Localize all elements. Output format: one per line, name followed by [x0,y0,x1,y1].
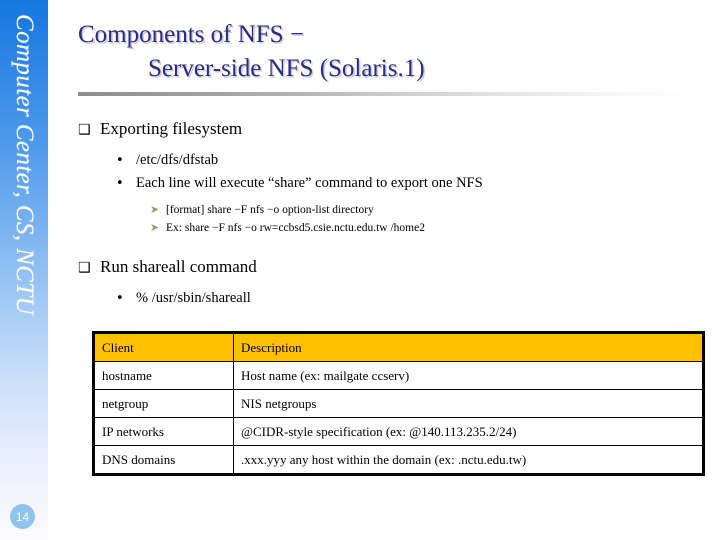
page-number-badge: 14 [10,504,35,529]
table-header-row: Client Description [93,332,704,362]
sub-bullet-dfstab-path: • /etc/dfs/dfstab [116,149,708,172]
table-cell-client: IP networks [93,417,234,446]
table-cell-client: netgroup [93,389,234,418]
table-cell-description: NIS netgroups [233,389,704,418]
table-header-client: Client [93,332,234,362]
slide-body: ❑ Exporting filesystem • /etc/dfs/dfstab… [78,112,708,310]
detail-label: [format] share −F nfs −o option-list dir… [166,204,374,216]
title-line-2: Server-side NFS (Solaris.1) [148,55,425,82]
table-cell-client: hostname [93,361,234,390]
sidebar-vertical-title: Computer Center, CS, NCTU [11,14,38,316]
dot-bullet-icon: • [116,176,124,191]
bullet-label: Exporting filesystem [100,119,243,138]
table-header-description: Description [233,332,704,362]
slide-title: Components of NFS − Server-side NFS (Sol… [78,18,678,86]
sub-bullet-shareall-path: • % /usr/sbin/shareall [116,287,708,310]
table-row: netgroup NIS netgroups [93,389,704,418]
square-bullet-icon: ❑ [78,260,91,276]
table-cell-description: Host name (ex: mailgate ccserv) [233,361,704,390]
detail-label: Ex: share −F nfs −o rw=ccbsd5.csie.nctu.… [166,222,425,234]
slide-canvas: Computer Center, CS, NCTU 14 Components … [0,0,720,540]
table-cell-description: .xxx.yyy any host within the domain (ex:… [233,445,704,475]
table-row: DNS domains .xxx.yyy any host within the… [93,445,704,475]
dot-bullet-icon: • [116,291,124,306]
detail-share-example: ➤ Ex: share −F nfs −o rw=ccbsd5.csie.nct… [150,219,708,237]
client-description-table: Client Description hostname Host name (e… [92,331,705,476]
bullet-exporting-filesystem: ❑ Exporting filesystem [78,116,708,143]
sub-bullet-label: Each line will execute “share” command t… [136,175,483,191]
table-cell-client: DNS domains [93,445,234,475]
dot-bullet-icon: • [116,153,124,168]
table-cell-description: @CIDR-style specification (ex: @140.113.… [233,417,704,446]
title-line-1: Components of NFS − [78,21,304,48]
arrow-bullet-icon: ➤ [150,221,160,234]
sub-bullet-label: % /usr/sbin/shareall [136,290,251,306]
sub-bullet-share-command: • Each line will execute “share” command… [116,172,708,195]
bullet-run-shareall: ❑ Run shareall command [78,254,708,281]
sidebar-band: Computer Center, CS, NCTU [0,0,48,540]
table-row: hostname Host name (ex: mailgate ccserv) [93,361,704,390]
detail-share-format: ➤ [format] share −F nfs −o option-list d… [150,201,708,219]
square-bullet-icon: ❑ [78,122,91,138]
sub-bullet-label: /etc/dfs/dfstab [136,152,219,168]
title-divider-rule [78,92,693,96]
bullet-label: Run shareall command [100,257,257,276]
table-row: IP networks @CIDR-style specification (e… [93,417,704,446]
arrow-bullet-icon: ➤ [150,203,160,216]
